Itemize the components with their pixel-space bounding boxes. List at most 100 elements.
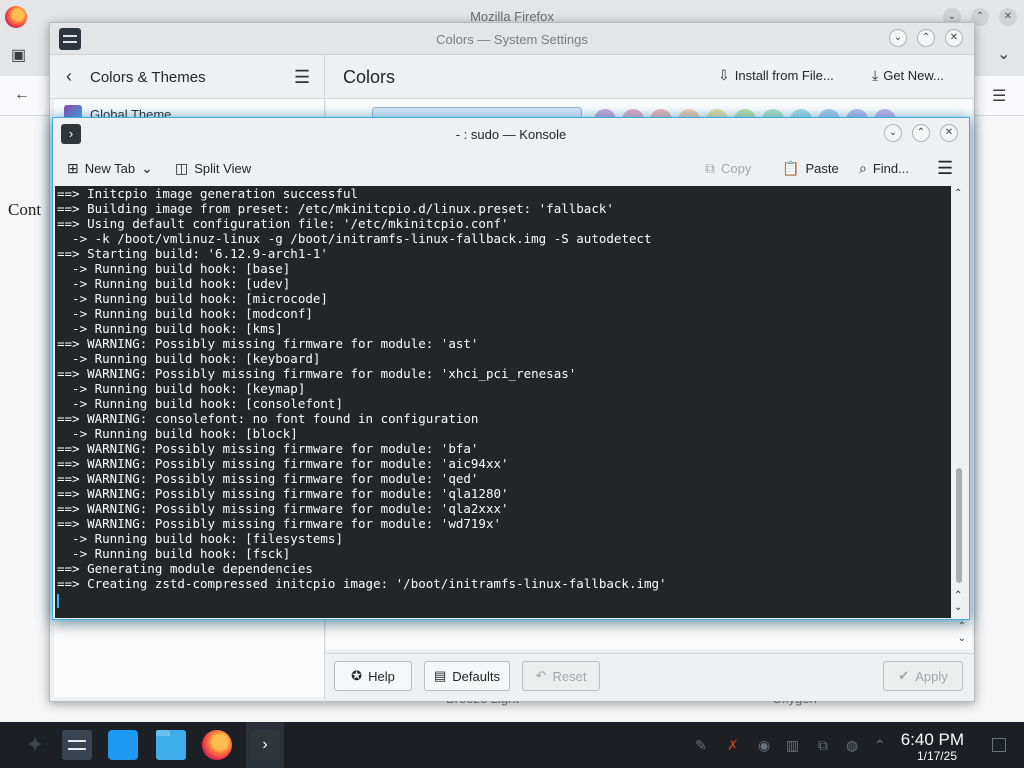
tab-overview-icon[interactable]: ▣	[11, 45, 26, 65]
defaults-button[interactable]: ▤ Defaults	[424, 661, 510, 691]
new-tab-button[interactable]: ⊞ New Tab ⌄	[67, 160, 153, 177]
help-button[interactable]: ✪ Help	[334, 661, 412, 691]
terminal-line: ==> WARNING: Possibly missing firmware f…	[57, 486, 509, 501]
terminal-cursor	[57, 594, 59, 608]
scroll-up-icon[interactable]: ⌃	[954, 188, 962, 199]
terminal-line: -> Running build hook: [keymap]	[57, 381, 306, 396]
show-desktop-icon[interactable]	[992, 738, 1006, 752]
terminal-line: ==> WARNING: Possibly missing firmware f…	[57, 516, 502, 531]
terminal-line: ==> WARNING: Possibly missing firmware f…	[57, 456, 509, 471]
search-icon: ⌕	[859, 160, 867, 176]
app-launcher-icon[interactable]: ✦	[20, 730, 50, 760]
terminal-line: -> Running build hook: [kms]	[57, 321, 283, 336]
download-icon: ⤓	[872, 67, 879, 83]
settings-titlebar: Colors — System Settings ⌄ ⌃ ✕	[50, 23, 974, 55]
settings-header: ‹ Colors & Themes ☰ Colors ⇩ Install fro…	[50, 55, 974, 99]
terminal-output[interactable]: ==> Initcpio image generation successful…	[55, 186, 967, 618]
terminal-line: -> Running build hook: [fsck]	[57, 546, 291, 561]
split-view-button[interactable]: ◫ Split View	[175, 160, 251, 177]
konsole-task-icon[interactable]: ›	[250, 730, 280, 760]
close-icon[interactable]: ✕	[945, 29, 963, 47]
tray-network-icon[interactable]: ◍	[846, 737, 858, 754]
paste-button[interactable]: 📋 Paste	[782, 160, 839, 177]
konsole-toolbar: ⊞ New Tab ⌄ ◫ Split View ⧉ Copy 📋 Paste …	[53, 150, 969, 186]
reset-label: Reset	[552, 668, 587, 684]
tray-expand-icon[interactable]: ⌃	[874, 737, 886, 754]
terminal-line: -> Running build hook: [modconf]	[57, 306, 313, 321]
terminal-scrollbar[interactable]: ⌃ ⌃ ⌄	[951, 186, 967, 618]
terminal-line: ==> Generating module dependencies	[57, 561, 313, 576]
get-new-button[interactable]: ⤓ Get New...	[872, 67, 944, 84]
terminal-line: -> -k /boot/vmlinuz-linux -g /boot/initr…	[57, 231, 652, 246]
file-manager-icon[interactable]	[156, 730, 186, 760]
clock-date[interactable]: 1/17/25	[917, 749, 957, 763]
list-tabs-icon[interactable]: ⌄	[997, 44, 1010, 64]
page-content-text: Cont	[8, 200, 42, 219]
terminal-line: -> Running build hook: [block]	[57, 426, 298, 441]
system-settings-task-icon[interactable]	[62, 730, 92, 760]
scroll-down-icon[interactable]: ⌄	[954, 602, 962, 613]
document-icon: ▤	[434, 668, 447, 683]
close-icon[interactable]: ✕	[999, 8, 1017, 26]
split-view-icon: ◫	[175, 160, 189, 176]
terminal-lines: ==> Initcpio image generation successful…	[57, 186, 667, 591]
terminal-line: ==> WARNING: consolefont: no font found …	[57, 411, 479, 426]
terminal-line: ==> Creating zstd-compressed initcpio im…	[57, 576, 667, 591]
terminal-line: ==> WARNING: Possibly missing firmware f…	[57, 366, 577, 381]
split-view-label: Split View	[194, 161, 252, 176]
tray-clipboard-icon[interactable]: ▥	[786, 737, 799, 754]
tray-eye-icon[interactable]: ◉	[758, 737, 770, 754]
terminal-line: -> Running build hook: [consolefont]	[57, 396, 343, 411]
maximize-icon[interactable]: ⌃	[917, 29, 935, 47]
hamburger-menu-icon[interactable]: ☰	[294, 67, 310, 88]
terminal-line: -> Running build hook: [base]	[57, 261, 291, 276]
tray-windows-icon[interactable]: ⧉	[818, 737, 828, 754]
maximize-icon[interactable]: ⌃	[912, 124, 930, 142]
sidebar-header-title: Colors & Themes	[90, 69, 206, 86]
find-label: Find...	[872, 161, 909, 176]
scrollbar-thumb[interactable]	[956, 468, 962, 583]
reset-button[interactable]: ↶ Reset	[522, 661, 600, 691]
terminal-line: ==> Using default configuration file: '/…	[57, 216, 509, 231]
terminal-line: -> Running build hook: [filesystems]	[57, 531, 343, 546]
defaults-label: Defaults	[452, 668, 500, 684]
back-chevron-icon[interactable]: ‹	[66, 66, 72, 87]
get-new-label: Get New...	[883, 68, 944, 83]
tray-tools-icon[interactable]: ✎	[695, 737, 707, 754]
scroll-up-icon[interactable]: ⌃	[954, 590, 962, 601]
copy-button[interactable]: ⧉ Copy	[705, 160, 751, 177]
back-arrow-icon[interactable]: ←	[14, 86, 30, 104]
terminal-line: -> Running build hook: [microcode]	[57, 291, 328, 306]
tray-muted-icon[interactable]: ✗	[727, 737, 739, 754]
taskbar: ✦ › ✎ ✗ ◉ ▥ ⧉ ◍ ⌃ 6:40 PM 1/17/25	[0, 722, 1024, 768]
konsole-window: › - : sudo — Konsole ⌄ ⌃ ✕ ⊞ New Tab ⌄ ◫…	[52, 117, 970, 620]
apply-label: Apply	[915, 668, 948, 684]
terminal-line: ==> WARNING: Possibly missing firmware f…	[57, 441, 479, 456]
minimize-icon[interactable]: ⌄	[889, 29, 907, 47]
hamburger-menu-icon[interactable]: ☰	[937, 158, 953, 179]
settings-window-title: Colors — System Settings	[436, 32, 588, 47]
clock-time[interactable]: 6:40 PM	[901, 730, 964, 750]
terminal-line: -> Running build hook: [udev]	[57, 276, 291, 291]
discover-store-icon[interactable]	[108, 730, 138, 760]
terminal-line: ==> Starting build: '6.12.9-arch1-1'	[57, 246, 328, 261]
checkmark-icon: ✔	[898, 668, 910, 683]
copy-icon: ⧉	[705, 160, 715, 176]
help-label: Help	[368, 668, 395, 684]
install-from-file-label: Install from File...	[734, 68, 834, 83]
apply-button[interactable]: ✔ Apply	[883, 661, 963, 691]
install-from-file-button[interactable]: ⇩ Install from File...	[718, 67, 834, 84]
firefox-task-icon[interactable]	[202, 730, 232, 760]
paste-icon: 📋	[782, 160, 800, 176]
undo-icon: ↶	[535, 668, 547, 683]
chevron-down-icon: ⌄	[141, 160, 153, 176]
copy-label: Copy	[721, 161, 752, 176]
new-tab-icon: ⊞	[67, 160, 79, 176]
terminal-line: ==> Building image from preset: /etc/mki…	[57, 201, 614, 216]
find-button[interactable]: ⌕ Find...	[859, 160, 909, 177]
terminal-line: ==> WARNING: Possibly missing firmware f…	[57, 501, 509, 516]
close-icon[interactable]: ✕	[940, 124, 958, 142]
minimize-icon[interactable]: ⌄	[884, 124, 902, 142]
app-menu-icon[interactable]: ☰	[992, 86, 1006, 106]
scroll-arrows-icon[interactable]: ⌃ ⌄	[958, 621, 966, 645]
